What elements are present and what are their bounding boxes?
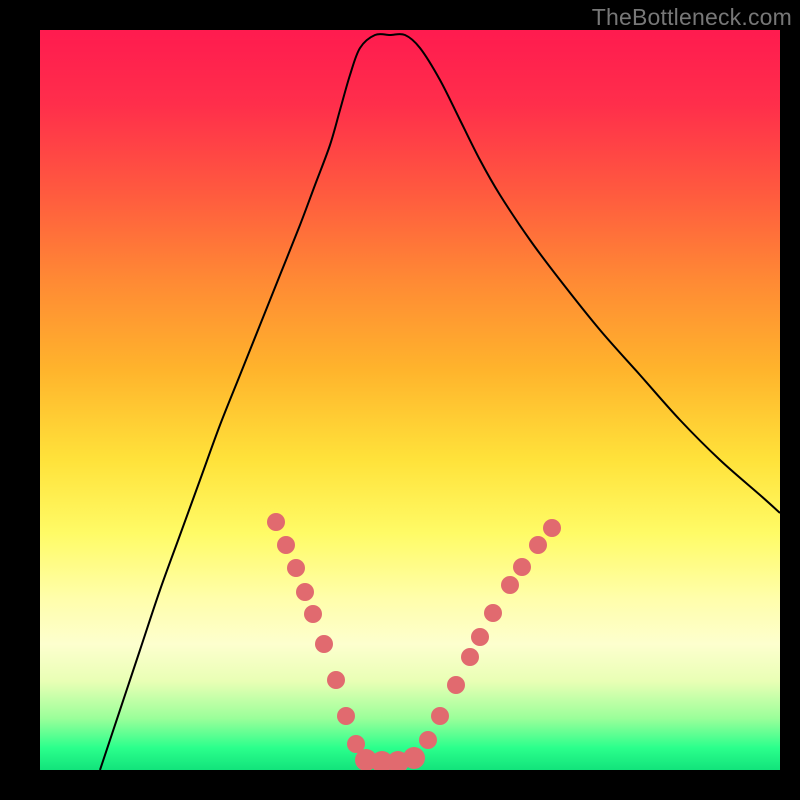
plot-area xyxy=(40,30,780,770)
watermark-text: TheBottleneck.com xyxy=(592,4,792,31)
curve-marker xyxy=(304,605,322,623)
curve-marker xyxy=(484,604,502,622)
curve-marker xyxy=(461,648,479,666)
bottleneck-curve-path xyxy=(100,34,780,770)
curve-marker xyxy=(327,671,345,689)
curve-marker xyxy=(431,707,449,725)
curve-marker xyxy=(543,519,561,537)
curve-marker xyxy=(277,536,295,554)
curve-layer xyxy=(40,30,780,770)
curve-marker xyxy=(419,731,437,749)
chart-frame: TheBottleneck.com xyxy=(0,0,800,800)
curve-marker xyxy=(471,628,489,646)
curve-marker xyxy=(447,676,465,694)
bottleneck-curve xyxy=(100,34,780,770)
curve-marker xyxy=(501,576,519,594)
curve-markers xyxy=(267,513,561,770)
curve-marker xyxy=(337,707,355,725)
curve-marker xyxy=(513,558,531,576)
curve-marker xyxy=(267,513,285,531)
curve-marker xyxy=(287,559,305,577)
curve-marker xyxy=(296,583,314,601)
curve-marker xyxy=(315,635,333,653)
curve-marker xyxy=(403,747,425,769)
curve-marker xyxy=(529,536,547,554)
